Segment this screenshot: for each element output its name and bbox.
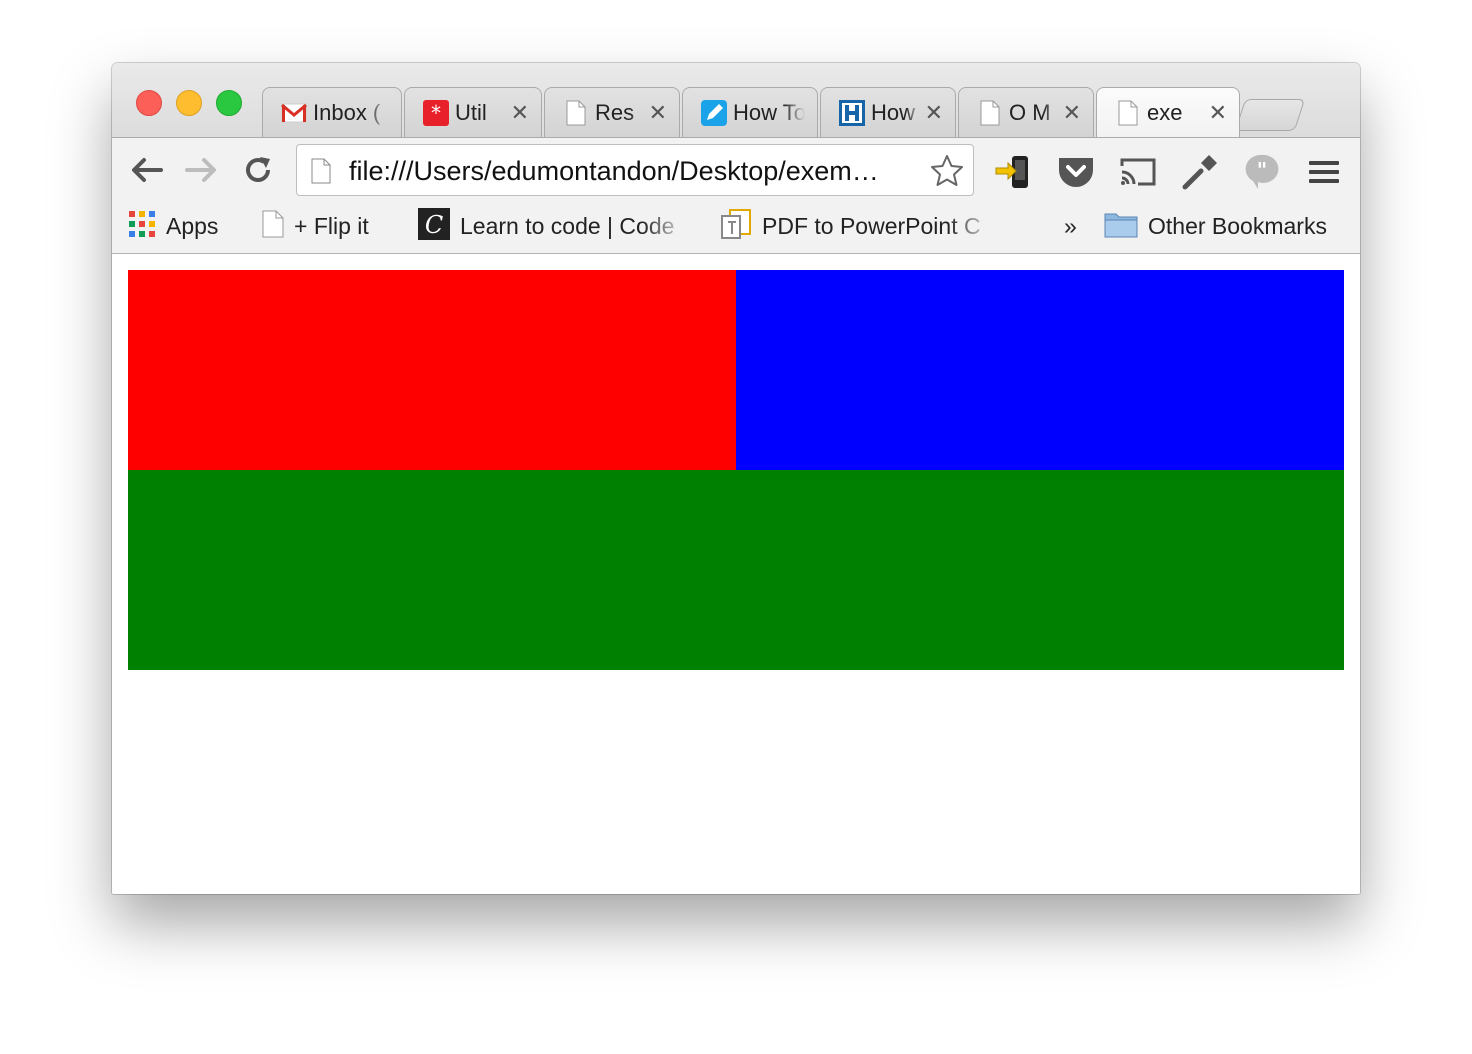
bookmark-apps[interactable]: Apps [128, 209, 238, 243]
send-to-phone-icon[interactable] [994, 152, 1034, 192]
bookmark-star-icon[interactable] [929, 153, 965, 194]
address-bar[interactable]: file:///Users/edumontandon/Desktop/exem… [296, 144, 974, 196]
window-close-button[interactable] [136, 90, 162, 116]
codecademy-icon: C [418, 207, 450, 245]
back-arrow-icon [132, 158, 163, 182]
tab-strip: Inbox ( * Util ✕ Res ✕ How To How ✕ O M … [112, 63, 1360, 137]
tab-res[interactable]: Res ✕ [544, 87, 680, 137]
reload-button[interactable] [238, 150, 278, 190]
pdf-convert-icon [720, 208, 752, 245]
tab-title: O M [1009, 100, 1051, 125]
window-minimize-button[interactable] [176, 90, 202, 116]
red-block [128, 270, 736, 470]
bookmark-learn-to-code[interactable]: C Learn to code | Code [418, 207, 694, 245]
tab-close-icon[interactable]: ✕ [1063, 100, 1081, 126]
document-icon [563, 100, 589, 126]
cast-icon[interactable] [1118, 152, 1158, 192]
tab-close-icon[interactable]: ✕ [511, 100, 529, 126]
forward-arrow-icon [185, 158, 216, 182]
tab-title: How [871, 100, 916, 125]
blue-block [736, 270, 1344, 470]
bookmarks-overflow-button[interactable]: » [1064, 209, 1088, 243]
tab-o-m[interactable]: O M ✕ [958, 87, 1094, 137]
asterisk-app-icon: * [423, 100, 449, 126]
tab-title: exe [1147, 100, 1183, 125]
bookmark-pdf-to-powerpoint[interactable]: PDF to PowerPoint C [720, 208, 1000, 245]
tab-close-icon[interactable]: ✕ [649, 100, 667, 126]
tab-title: Util [455, 100, 487, 125]
pencil-icon [701, 100, 727, 126]
tab-util[interactable]: * Util ✕ [404, 87, 542, 137]
bookmark-label: + Flip it [294, 212, 369, 239]
tab-inbox[interactable]: Inbox ( [262, 87, 402, 137]
menu-icon[interactable] [1304, 152, 1344, 192]
bookmark-label: PDF to PowerPoint C [762, 212, 981, 239]
tab-title: Res [595, 100, 635, 125]
document-icon [262, 210, 284, 243]
new-tab-button[interactable] [1234, 99, 1306, 131]
tab-close-icon[interactable]: ✕ [1209, 100, 1227, 126]
reload-icon [246, 157, 270, 182]
quote-bubble-icon[interactable]: " [1242, 152, 1282, 192]
tab-how[interactable]: How ✕ [820, 87, 956, 137]
bookmark-label: Other Bookmarks [1148, 212, 1327, 239]
toolbar: file:///Users/edumontandon/Desktop/exem…… [112, 137, 1360, 200]
browser-window: Inbox ( * Util ✕ Res ✕ How To How ✕ O M … [112, 63, 1360, 894]
bookmark-other[interactable]: Other Bookmarks [1104, 209, 1354, 243]
pocket-icon[interactable] [1056, 152, 1096, 192]
bookmark-flip-it[interactable]: + Flip it [262, 209, 402, 243]
tab-exe[interactable]: exe ✕ [1096, 87, 1240, 137]
page-icon [311, 158, 331, 189]
svg-text:C: C [425, 211, 443, 239]
folder-icon [1104, 210, 1138, 243]
document-icon [1115, 100, 1141, 126]
tab-title: Inbox ( [313, 100, 381, 125]
url-text[interactable]: file:///Users/edumontandon/Desktop/exem… [349, 156, 919, 187]
bookmarks-bar: Apps + Flip it C Learn to code | Code PD… [112, 199, 1360, 254]
page-content [112, 254, 1360, 894]
gmail-icon [281, 100, 307, 126]
apps-grid-icon [128, 210, 156, 243]
bookmark-label: Apps [166, 212, 219, 239]
h-logo-icon [839, 100, 865, 126]
tab-title: How To [733, 100, 805, 125]
window-maximize-button[interactable] [216, 90, 242, 116]
tab-how-to[interactable]: How To [682, 87, 818, 137]
tab-close-icon[interactable]: ✕ [925, 100, 943, 126]
svg-text:": " [1257, 158, 1267, 182]
chevron-double-right-icon: » [1064, 212, 1077, 239]
document-icon [977, 100, 1003, 126]
svg-text:*: * [431, 101, 441, 125]
back-button[interactable] [126, 150, 166, 190]
green-block [128, 470, 1344, 670]
bookmark-label: Learn to code | Code [460, 212, 675, 239]
key-icon[interactable] [1180, 152, 1220, 192]
forward-button[interactable] [182, 150, 222, 190]
